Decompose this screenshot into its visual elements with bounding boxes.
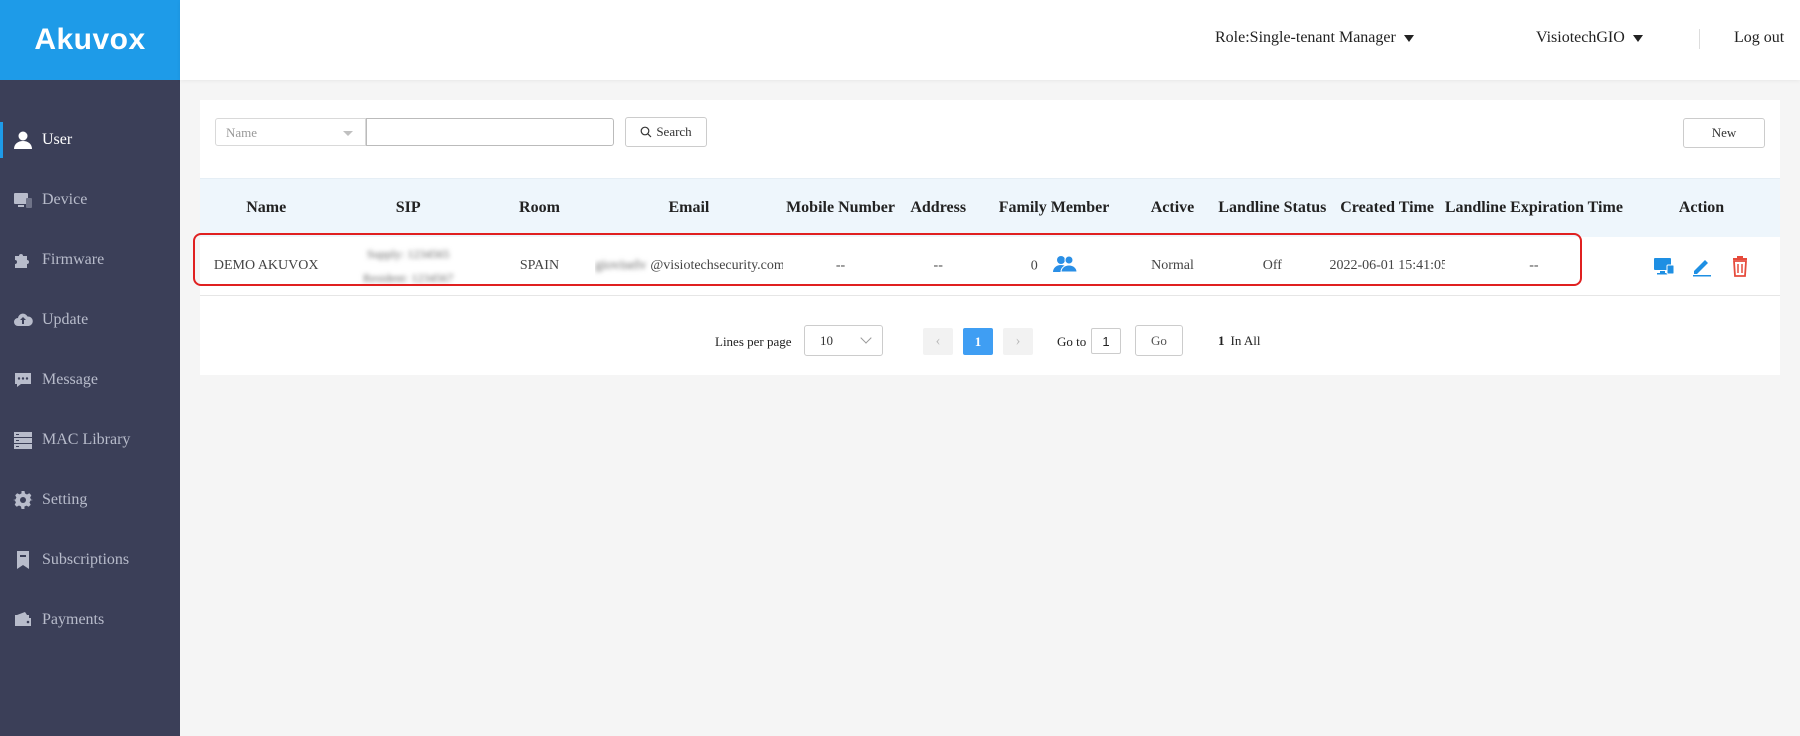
sidebar-item-label: Message	[42, 371, 98, 388]
cell-address: --	[898, 237, 979, 296]
cloud-upload-icon	[12, 309, 34, 331]
sidebar-item-label: MAC Library	[42, 431, 131, 448]
gear-icon	[12, 489, 34, 511]
sidebar-nav: User Device Firmware Update Message MAC …	[0, 80, 180, 650]
search-button[interactable]: Search	[625, 117, 707, 147]
sidebar-item-message[interactable]: Message	[0, 350, 180, 410]
lines-per-page-label: Lines per page	[715, 334, 792, 349]
top-header: Role:Single-tenant Manager VisiotechGIO …	[180, 0, 1800, 80]
lines-per-page-select[interactable]: 10	[804, 325, 883, 356]
next-page-button[interactable]: ›	[1003, 328, 1033, 355]
server-icon	[12, 429, 34, 451]
go-button[interactable]: Go	[1135, 325, 1183, 356]
search-field-value: Name	[226, 125, 258, 140]
sidebar-item-setting[interactable]: Setting	[0, 470, 180, 530]
cell-mobile: --	[782, 237, 899, 296]
caret-down-icon	[1632, 34, 1643, 42]
sidebar-item-update[interactable]: Update	[0, 290, 180, 350]
column-header-landline-expiration[interactable]: Landline Expiration Time	[1444, 178, 1624, 237]
email-domain: @visiotechsecurity.com	[650, 258, 783, 273]
sidebar-item-firmware[interactable]: Firmware	[0, 230, 180, 290]
bookmark-icon	[12, 549, 34, 571]
total-number: 1	[1218, 333, 1225, 348]
prev-page-button[interactable]: ‹	[923, 328, 953, 355]
search-button-label: Search	[656, 124, 692, 139]
device-settings-icon[interactable]	[1653, 255, 1675, 277]
search-input[interactable]	[366, 118, 614, 146]
header-divider	[1699, 29, 1700, 49]
goto-page-input[interactable]	[1091, 328, 1121, 354]
sidebar-item-label: User	[42, 131, 73, 148]
column-header-mobile[interactable]: Mobile Number	[782, 178, 899, 237]
sip-line-2: Resident: 1234567	[363, 271, 454, 285]
logout-link[interactable]: Log out	[1734, 29, 1784, 47]
search-toolbar: Name Search New	[215, 117, 1765, 148]
akuvox-logo: Akuvox	[0, 0, 180, 80]
column-header-action: Action	[1623, 178, 1780, 237]
column-header-email[interactable]: Email	[594, 178, 783, 237]
pagination: Lines per page 10 ‹ 1 › Go to Go 1 In All	[200, 325, 1780, 359]
column-header-sip[interactable]: SIP	[332, 178, 484, 237]
email-user-blurred: gioviselv	[594, 258, 647, 273]
goto-label: Go to	[1057, 334, 1087, 349]
sip-line-1: Supply: 1234565	[367, 247, 450, 261]
search-field-select[interactable]: Name	[215, 118, 366, 146]
cell-room: SPAIN	[483, 237, 595, 296]
sidebar: Akuvox User Device Firmware Update Messa…	[0, 0, 180, 736]
column-header-family-member[interactable]: Family Member	[978, 178, 1130, 237]
total-count: 1 In All	[1218, 333, 1260, 349]
delete-icon[interactable]	[1729, 255, 1751, 277]
sidebar-item-label: Subscriptions	[42, 551, 130, 568]
sidebar-item-label: Firmware	[42, 251, 105, 268]
table-header-row: Name SIP Room Email Mobile Number Addres…	[200, 178, 1780, 237]
total-label: In All	[1230, 333, 1261, 348]
cell-family-member: 0	[978, 237, 1130, 296]
sidebar-item-label: Payments	[42, 611, 105, 628]
column-header-landline-status[interactable]: Landline Status	[1215, 178, 1330, 237]
wallet-icon	[12, 609, 34, 631]
cell-email: gioviselv @visiotechsecurity.com	[594, 237, 783, 296]
cell-landline-expiration: --	[1444, 237, 1624, 296]
cell-active: Normal	[1129, 237, 1216, 296]
column-header-active[interactable]: Active	[1129, 178, 1216, 237]
edit-icon[interactable]	[1691, 255, 1713, 277]
sidebar-item-mac-library[interactable]: MAC Library	[0, 410, 180, 470]
puzzle-icon	[12, 249, 34, 271]
role-label: Role:Single-tenant Manager	[1215, 29, 1396, 46]
sidebar-item-label: Device	[42, 191, 88, 208]
sidebar-item-device[interactable]: Device	[0, 170, 180, 230]
user-list-card: Name Search New Name SIP Room Email Mobi…	[200, 100, 1780, 375]
family-count: 0	[1030, 258, 1038, 274]
triangle-down-icon	[343, 131, 353, 136]
role-dropdown[interactable]: Role:Single-tenant Manager	[1215, 29, 1414, 47]
lines-per-page-value: 10	[820, 333, 833, 348]
chat-icon	[12, 369, 34, 391]
sidebar-item-user[interactable]: User	[0, 110, 180, 170]
sidebar-item-payments[interactable]: Payments	[0, 590, 180, 650]
user-icon	[12, 129, 34, 151]
column-header-created-time[interactable]: Created Time	[1329, 178, 1445, 237]
account-label: VisiotechGIO	[1536, 29, 1625, 46]
table-row[interactable]: DEMO AKUVOX Supply: 1234565 Resident: 12…	[200, 237, 1780, 296]
cell-action	[1623, 237, 1780, 296]
search-icon	[640, 126, 652, 138]
family-members-icon[interactable]	[1053, 255, 1078, 278]
cell-created-time: 2022-06-01 15:41:05	[1329, 237, 1445, 296]
cell-landline-status: Off	[1215, 237, 1330, 296]
column-header-room[interactable]: Room	[483, 178, 595, 237]
new-user-button[interactable]: New	[1683, 118, 1765, 148]
sidebar-item-subscriptions[interactable]: Subscriptions	[0, 530, 180, 590]
caret-down-icon	[1403, 34, 1414, 42]
cell-sip: Supply: 1234565 Resident: 1234567	[332, 237, 484, 296]
user-table: Name SIP Room Email Mobile Number Addres…	[200, 178, 1780, 296]
page-1-button[interactable]: 1	[963, 328, 993, 355]
column-header-name[interactable]: Name	[200, 178, 333, 237]
sidebar-item-label: Update	[42, 311, 89, 328]
account-dropdown[interactable]: VisiotechGIO	[1536, 29, 1643, 47]
chevron-down-icon	[860, 332, 872, 344]
cell-name: DEMO AKUVOX	[200, 237, 333, 296]
sidebar-item-label: Setting	[42, 491, 88, 508]
column-header-address[interactable]: Address	[898, 178, 979, 237]
device-icon	[12, 189, 34, 211]
